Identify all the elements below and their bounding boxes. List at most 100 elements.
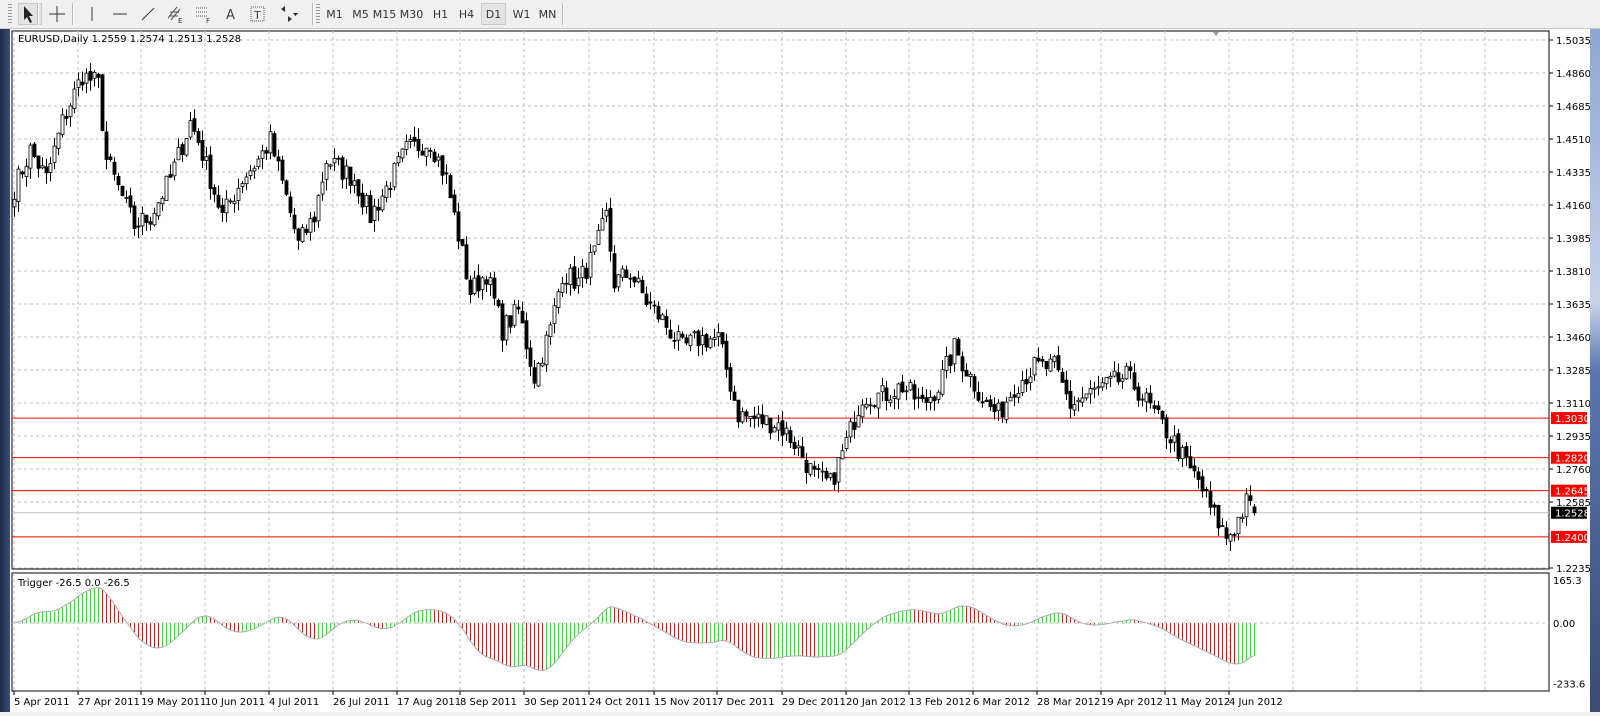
date-label: 6 Mar 2012 (973, 697, 1030, 708)
timeframe-label: M1 (326, 7, 343, 21)
text-label-tool-button[interactable]: T (246, 3, 270, 25)
main-chart-frame (11, 30, 1550, 570)
indicator-scale-label: 0.00 (1553, 619, 1575, 630)
date-label: 8 Sep 2011 (460, 697, 517, 708)
timeframe-h4-button[interactable]: H4 (454, 3, 479, 25)
candle (460, 239, 465, 247)
toolbar-separator (562, 3, 564, 25)
chart-canvas[interactable]: 5 Apr 2011 27 Apr 2011 19 May 201110 Jun 2… (10, 29, 1591, 712)
price-label: 1.5035 (1556, 36, 1590, 47)
horizontal-line-icon (113, 13, 127, 15)
timeframe-m15-button[interactable]: M15 (372, 3, 397, 25)
timeframe-m5-button[interactable]: M5 (348, 3, 373, 25)
price-label: 1.4335 (1556, 168, 1590, 179)
trendline-icon (141, 7, 155, 21)
date-label: 28 Mar 2012 (1037, 697, 1100, 708)
level-price-label: 1.2645 (1555, 487, 1590, 498)
timeframe-w1-button[interactable]: W1 (509, 3, 534, 25)
candle (272, 131, 277, 158)
timeframe-label: M5 (352, 7, 369, 21)
toolbar-grip[interactable] (316, 4, 320, 24)
vertical-line-tool-button[interactable] (80, 3, 104, 25)
date-label: 19 Apr 2012 (1101, 697, 1163, 708)
channel-icon: E (167, 6, 182, 24)
date-label: 4 Jul 2011 (269, 697, 319, 708)
price-label: 1.3110 (1556, 399, 1590, 410)
trendline-tool-button[interactable] (136, 3, 160, 25)
indicator-title: Trigger -26.5 0.0 -26.5 (17, 578, 130, 589)
indicator-scale-label: -233.6 (1553, 680, 1585, 691)
price-label: 1.4685 (1556, 102, 1590, 113)
timeframe-d1-button[interactable]: D1 (481, 3, 506, 25)
horizontal-line-tool-button[interactable] (108, 3, 132, 25)
candle (764, 415, 769, 426)
candle (368, 190, 373, 224)
level-price-label: 1.2400 (1555, 533, 1590, 544)
date-label: 7 Dec 2011 (717, 697, 775, 708)
timeframe-label: M30 (399, 7, 424, 21)
candle (120, 185, 125, 197)
timeframe-label: D1 (485, 7, 502, 21)
price-label: 1.3285 (1556, 366, 1590, 377)
toolbar-grip[interactable] (8, 4, 12, 24)
svg-text:A: A (226, 8, 235, 23)
toolbar-separator (72, 3, 74, 25)
price-label: 1.2760 (1556, 465, 1590, 476)
date-label: 29 Dec 2011 (782, 697, 846, 708)
date-label: 27 Apr 2011 (78, 697, 140, 708)
date-label: 20 Jan 2012 (846, 697, 906, 708)
window-scrollbar[interactable] (1590, 29, 1600, 712)
date-label: 13 Feb 2012 (909, 697, 971, 708)
candle (536, 361, 541, 388)
equidistant-channel-tool-button[interactable]: E (163, 3, 187, 25)
timeframe-label: H1 (432, 7, 449, 21)
candle (32, 142, 37, 158)
timeframe-h1-button[interactable]: H1 (428, 3, 453, 25)
timeframe-m1-button[interactable]: M1 (322, 3, 347, 25)
level-price-label: 1.3030 (1555, 414, 1590, 425)
window-left-border (0, 29, 10, 712)
date-label: 4 Jun 2012 (1229, 697, 1283, 708)
text-label-icon: T (250, 6, 265, 22)
toolbar-separator (312, 3, 314, 25)
timeframe-m30-button[interactable]: M30 (399, 3, 424, 25)
price-label: 1.4160 (1556, 201, 1590, 212)
svg-text:F: F (206, 17, 210, 24)
price-label: 1.3635 (1556, 300, 1590, 311)
date-label: 26 Jul 2011 (333, 697, 390, 708)
date-label: 10 Jun 2011 (205, 697, 265, 708)
toolbar-separator (37, 3, 39, 25)
indicator-scale-label: 165.3 (1553, 576, 1582, 587)
candle (100, 74, 105, 132)
timeframe-label: W1 (512, 7, 531, 21)
date-label: 17 Aug 2011 (397, 697, 461, 708)
date-label: 30 Sep 2011 (524, 697, 587, 708)
price-label: 1.3460 (1556, 333, 1590, 344)
price-label: 1.3810 (1556, 267, 1590, 278)
arrows-tool-button[interactable] (273, 3, 305, 25)
candle (280, 155, 285, 185)
price-label: 1.2235 (1556, 564, 1590, 575)
svg-text:T: T (253, 9, 261, 22)
date-label: 24 Oct 2011 (589, 697, 651, 708)
arrows-dropdown-icon (281, 6, 298, 22)
chart-window: 5 Apr 2011 27 Apr 2011 19 May 2011 10 Jun 2… (10, 29, 1591, 712)
fibonacci-icon: F (196, 7, 210, 24)
date-label: 5 Apr 2011 (14, 697, 69, 708)
timeframe-label: M15 (372, 7, 397, 21)
candle (184, 138, 189, 158)
price-label: 1.2935 (1556, 432, 1590, 443)
candle (164, 175, 169, 201)
svg-text:E: E (178, 17, 182, 24)
timeframe-label: H4 (458, 7, 475, 21)
timeframe-mn-button[interactable]: MN (535, 3, 560, 25)
text-icon: A (226, 8, 235, 23)
vertical-line-icon (91, 7, 93, 21)
level-price-label: 1.2820 (1555, 454, 1590, 465)
date-label: 15 Nov 2011 (654, 697, 718, 708)
candle (956, 337, 961, 356)
fibonacci-tool-button[interactable]: F (191, 3, 215, 25)
date-label: 11 May 2012 (1165, 697, 1230, 708)
crosshair-tool-button[interactable] (45, 3, 69, 25)
text-tool-button[interactable]: A (219, 3, 243, 25)
